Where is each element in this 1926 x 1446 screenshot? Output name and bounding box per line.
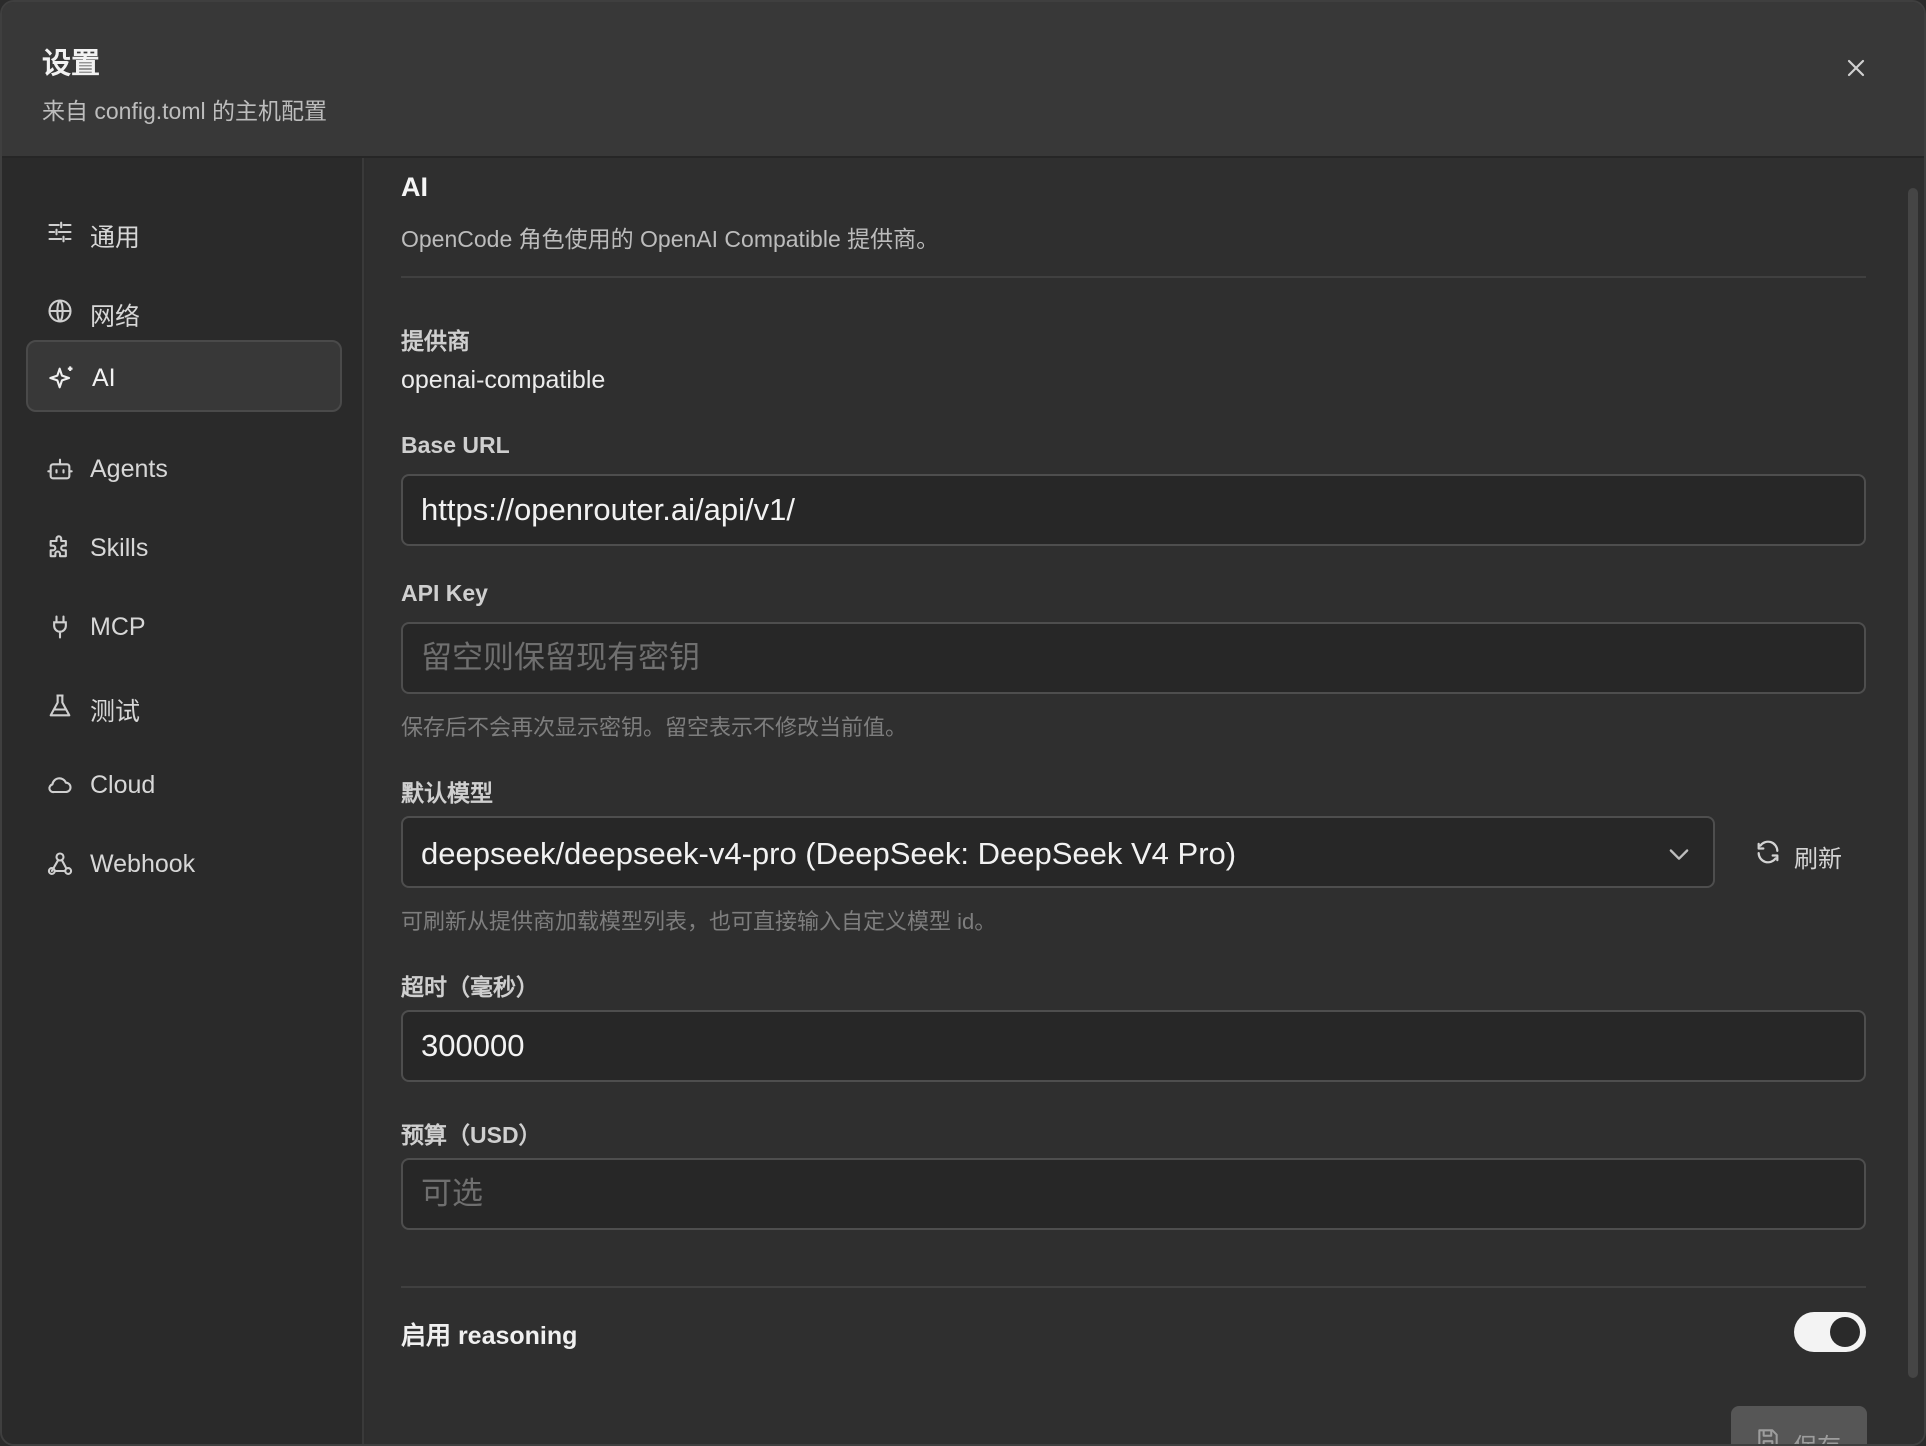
sidebar-item-label: AI bbox=[92, 364, 116, 392]
scrollbar[interactable] bbox=[1908, 188, 1918, 1378]
base-url-input[interactable] bbox=[401, 474, 1866, 546]
provider-label: 提供商 bbox=[401, 328, 470, 354]
section-title: AI bbox=[401, 172, 428, 202]
sidebar-item-label: 网络 bbox=[90, 303, 141, 331]
api-key-input[interactable] bbox=[401, 622, 1866, 694]
settings-sidebar: 通用 网络 AI Agents Skills MCP 测试 Cloud Webh… bbox=[2, 158, 364, 1444]
api-key-hint: 保存后不会再次显示密钥。留空表示不修改当前值。 bbox=[401, 715, 908, 740]
reasoning-divider bbox=[401, 1286, 1866, 1288]
chevron-down-icon bbox=[1665, 840, 1693, 868]
globe-icon bbox=[46, 297, 74, 325]
sidebar-item-agents[interactable]: Agents bbox=[26, 433, 342, 505]
section-divider bbox=[401, 276, 1866, 278]
section-description: OpenCode 角色使用的 OpenAI Compatible 提供商。 bbox=[401, 226, 940, 252]
sparkles-icon bbox=[48, 364, 76, 392]
reasoning-label: 启用 reasoning bbox=[401, 1322, 578, 1350]
sidebar-item-label: Cloud bbox=[90, 771, 156, 799]
bot-icon bbox=[46, 455, 74, 483]
reasoning-toggle[interactable] bbox=[1794, 1312, 1866, 1352]
api-key-label: API Key bbox=[401, 580, 488, 606]
refresh-models-button[interactable]: 刷新 bbox=[1742, 816, 1866, 888]
sidebar-item-label: Agents bbox=[90, 455, 168, 483]
webhook-icon bbox=[46, 850, 74, 878]
sidebar-item-skills[interactable]: Skills bbox=[26, 512, 342, 584]
puzzle-icon bbox=[46, 534, 74, 562]
sidebar-item-label: 通用 bbox=[90, 224, 141, 252]
refresh-label: 刷新 bbox=[1794, 846, 1842, 873]
save-button[interactable]: 保存 bbox=[1731, 1406, 1867, 1444]
settings-dialog: 设置 来自 config.toml 的主机配置 通用 网络 AI Agents … bbox=[0, 0, 1926, 1446]
settings-content bbox=[366, 158, 1924, 1444]
timeout-input[interactable] bbox=[401, 1010, 1866, 1082]
sidebar-item-label: 测试 bbox=[90, 698, 141, 726]
sidebar-item-testing[interactable]: 测试 bbox=[26, 670, 342, 742]
sidebar-item-label: Skills bbox=[90, 534, 149, 562]
dialog-title: 设置 bbox=[42, 48, 101, 80]
sidebar-item-network[interactable]: 网络 bbox=[26, 275, 342, 347]
timeout-label: 超时（毫秒） bbox=[401, 974, 539, 1000]
budget-input[interactable] bbox=[401, 1158, 1866, 1230]
save-icon bbox=[1755, 1426, 1781, 1444]
sidebar-item-label: Webhook bbox=[90, 850, 196, 878]
save-label: 保存 bbox=[1793, 1427, 1841, 1444]
plug-icon bbox=[46, 613, 74, 641]
sidebar-item-ai[interactable]: AI bbox=[26, 340, 342, 412]
base-url-label: Base URL bbox=[401, 432, 510, 458]
toggle-knob bbox=[1830, 1317, 1860, 1347]
sidebar-item-label: MCP bbox=[90, 613, 146, 641]
budget-label: 预算（USD） bbox=[401, 1122, 542, 1148]
dialog-header: 设置 来自 config.toml 的主机配置 bbox=[2, 2, 1924, 158]
dialog-subtitle: 来自 config.toml 的主机配置 bbox=[42, 98, 327, 124]
close-icon bbox=[1847, 59, 1865, 77]
sidebar-item-general[interactable]: 通用 bbox=[26, 196, 342, 268]
default-model-hint: 可刷新从提供商加载模型列表，也可直接输入自定义模型 id。 bbox=[401, 909, 997, 934]
cloud-icon bbox=[46, 771, 74, 799]
sidebar-item-cloud[interactable]: Cloud bbox=[26, 749, 342, 821]
provider-value: openai-compatible bbox=[401, 366, 606, 394]
default-model-select[interactable]: deepseek/deepseek-v4-pro (DeepSeek: Deep… bbox=[401, 816, 1715, 888]
close-button[interactable] bbox=[1838, 50, 1874, 86]
flask-icon bbox=[46, 692, 74, 720]
sidebar-item-webhook[interactable]: Webhook bbox=[26, 828, 342, 900]
sliders-icon bbox=[46, 218, 74, 246]
sidebar-item-mcp[interactable]: MCP bbox=[26, 591, 342, 663]
default-model-value: deepseek/deepseek-v4-pro (DeepSeek: Deep… bbox=[421, 836, 1237, 871]
refresh-icon bbox=[1754, 838, 1782, 866]
default-model-label: 默认模型 bbox=[401, 780, 493, 806]
